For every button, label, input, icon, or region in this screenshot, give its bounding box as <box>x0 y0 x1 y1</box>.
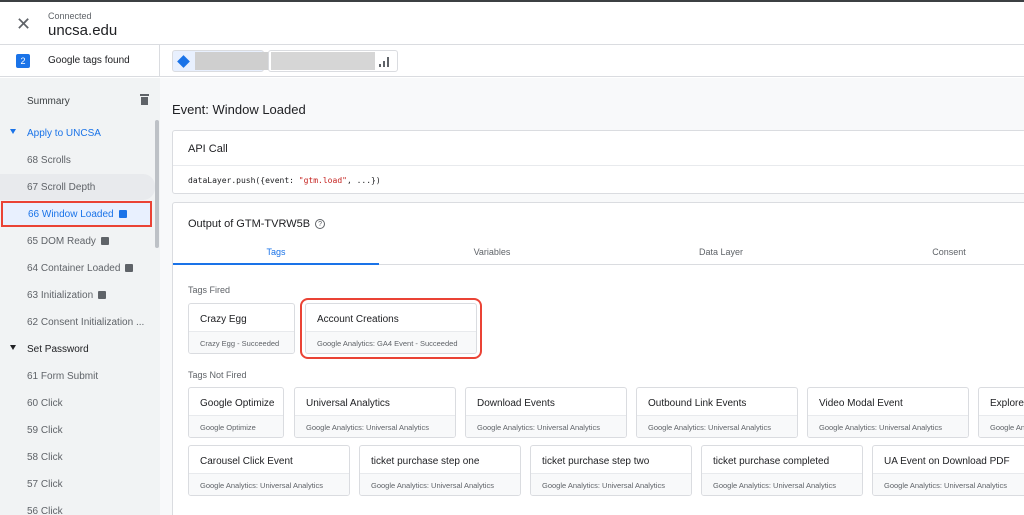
tag-card-ticket-purchase-step-two[interactable]: ticket purchase step two Google Analytic… <box>530 445 692 496</box>
output-title: Output of GTM-TVRW5B? <box>188 218 326 230</box>
output-tabs: Tags Variables Data Layer Consent <box>173 243 1024 265</box>
help-icon[interactable]: ? <box>315 219 326 229</box>
sidebar-scrollbar[interactable] <box>155 120 159 248</box>
sidebar-item-click-56[interactable]: 56 Click <box>0 498 155 515</box>
connection-header: ✕ Connected uncsa.edu <box>0 2 1024 45</box>
event-badge-icon <box>125 264 134 272</box>
gtm-diamond-icon <box>177 55 190 68</box>
sidebar-item-scroll-depth[interactable]: 67 Scroll Depth <box>0 174 155 200</box>
tag-card-ua-event-download-pdf[interactable]: UA Event on Download PDF Google Analytic… <box>872 445 1024 496</box>
sidebar-item-form-submit[interactable]: 61 Form Submit <box>0 363 155 389</box>
clear-messages-icon[interactable] <box>140 94 150 105</box>
redacted-tag-id <box>271 52 375 70</box>
tag-card-outbound-link-events[interactable]: Outbound Link Events Google Analytics: U… <box>636 387 798 438</box>
active-tab-indicator <box>173 263 379 265</box>
tag-card-universal-analytics[interactable]: Universal Analytics Google Analytics: Un… <box>294 387 456 438</box>
tags-found-label: Google tags found <box>48 55 130 66</box>
tags-count-badge: 2 <box>16 54 30 68</box>
connection-status: Connected <box>48 11 92 21</box>
tag-card-download-events[interactable]: Download Events Google Analytics: Univer… <box>465 387 627 438</box>
tag-card-google-optimize[interactable]: Google Optimize Google Optimize <box>188 387 284 438</box>
tag-card-crazy-egg[interactable]: Crazy Egg Crazy Egg - Succeeded <box>188 303 295 354</box>
tag-chip-gtm[interactable] <box>172 50 365 72</box>
google-tags-bar: 2 Google tags found <box>0 45 1024 77</box>
tags-found-summary: 2 Google tags found <box>0 45 160 77</box>
output-card: Output of GTM-TVRW5B? Tags Variables Dat… <box>172 202 1024 515</box>
tag-card-carousel-click-event[interactable]: Carousel Click Event Google Analytics: U… <box>188 445 350 496</box>
caret-down-icon <box>10 129 16 134</box>
sidebar-group-apply-to-uncsa[interactable]: Apply to UNCSA <box>0 120 155 146</box>
event-badge-icon <box>100 237 109 245</box>
tag-card-account-creations[interactable]: Account Creations Google Analytics: GA4 … <box>300 298 482 359</box>
tab-variables[interactable]: Variables <box>389 247 595 257</box>
tab-consent[interactable]: Consent <box>846 247 1024 257</box>
tab-data-layer[interactable]: Data Layer <box>618 247 824 257</box>
tag-card-video-modal-event[interactable]: Video Modal Event Google Analytics: Univ… <box>807 387 969 438</box>
api-call-title: API Call <box>188 143 228 155</box>
sidebar-item-click-59[interactable]: 59 Click <box>0 417 155 443</box>
tag-card-explore[interactable]: Explore Google Analytics: Universal Anal… <box>978 387 1024 438</box>
event-badge-icon <box>118 210 127 218</box>
main-panel: Event: Window Loaded API Call dataLayer.… <box>160 78 1024 515</box>
close-icon[interactable]: ✕ <box>16 14 31 35</box>
sidebar-item-dom-ready[interactable]: 65 DOM Ready <box>0 228 155 254</box>
event-timeline-sidebar: Summary Apply to UNCSA 68 Scrolls 67 Scr… <box>0 78 160 515</box>
event-badge-icon <box>98 291 107 299</box>
sidebar-item-click-57[interactable]: 57 Click <box>0 471 155 497</box>
sidebar-item-consent-initialization[interactable]: 62 Consent Initialization ... <box>0 309 155 335</box>
sidebar-item-container-loaded[interactable]: 64 Container Loaded <box>0 255 155 281</box>
sidebar-summary[interactable]: Summary <box>27 96 70 107</box>
connected-domain: uncsa.edu <box>48 22 118 39</box>
sidebar-item-click-58[interactable]: 58 Click <box>0 444 155 470</box>
caret-down-icon <box>10 345 16 350</box>
sidebar-item-initialization[interactable]: 63 Initialization <box>0 282 155 308</box>
api-call-code: dataLayer.push({event: "gtm.load", ...}) <box>188 176 381 185</box>
sidebar-item-window-loaded[interactable]: 66 Window Loaded <box>1 201 152 227</box>
sidebar-item-scrolls[interactable]: 68 Scrolls <box>0 147 155 173</box>
tab-tags[interactable]: Tags <box>173 247 379 257</box>
tags-fired-heading: Tags Fired <box>188 285 231 295</box>
sidebar-item-click-60[interactable]: 60 Click <box>0 390 155 416</box>
tag-chip-second[interactable] <box>268 50 398 72</box>
page-title: Event: Window Loaded <box>172 102 306 117</box>
tags-not-fired-heading: Tags Not Fired <box>188 370 247 380</box>
tag-card-ticket-purchase-completed[interactable]: ticket purchase completed Google Analyti… <box>701 445 863 496</box>
signal-bars-icon <box>379 57 391 67</box>
sidebar-group-set-password[interactable]: Set Password <box>0 336 155 362</box>
api-call-card: API Call dataLayer.push({event: "gtm.loa… <box>172 130 1024 194</box>
tag-card-ticket-purchase-step-one[interactable]: ticket purchase step one Google Analytic… <box>359 445 521 496</box>
